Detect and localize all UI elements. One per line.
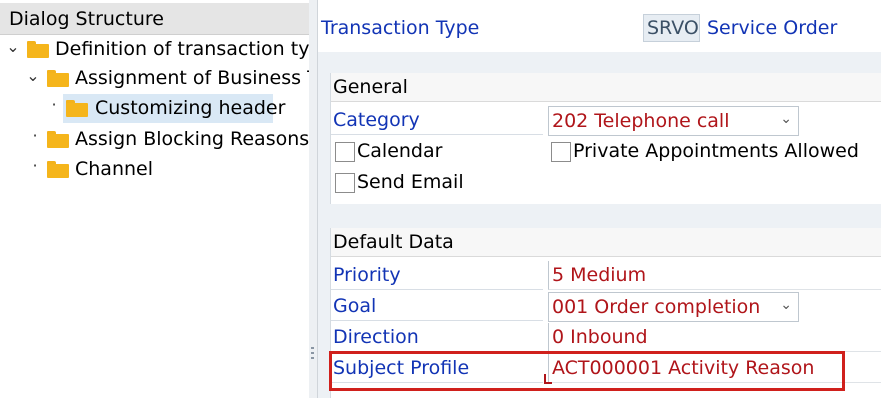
tree-node-label: Channel [75,158,154,180]
dialog-structure-title: Dialog Structure [9,8,164,30]
transaction-type-code: SRVO [647,17,699,39]
tree-node-label: Assign Blocking Reasons [75,128,310,150]
tree-node-label: Definition of transaction type [55,38,310,60]
leaf-dot-icon: · [51,95,57,114]
calendar-checkbox[interactable] [335,142,355,162]
goal-row: Goal 001 Order completion ⌄ [331,291,881,322]
general-group-title: General [331,73,881,102]
transaction-type-code-field[interactable]: SRVO [643,14,700,42]
goal-label: Goal [333,295,377,317]
goal-value: 001 Order completion [552,296,761,318]
tree-node-customizing-header[interactable]: · Customizing header [0,95,309,123]
general-title: General [333,76,408,98]
folder-icon [47,70,69,87]
private-appointments-checkbox[interactable] [551,142,571,162]
tree-node-label: Assignment of Business Tr [75,67,310,89]
priority-field[interactable]: 5 Medium [548,261,881,290]
tree-node-assign-blocking-reasons[interactable]: · Assign Blocking Reasons [0,126,310,154]
splitter-grip [311,357,314,359]
direction-row: Direction 0 Inbound [331,322,881,352]
transaction-type-label: Transaction Type [321,17,480,39]
category-dropdown[interactable]: 202 Telephone call ⌄ [548,106,799,136]
priority-value: 5 Medium [552,264,647,286]
general-group: General Category 202 Telephone call ⌄ Ca… [330,73,881,204]
category-value: 202 Telephone call [552,110,730,132]
dialog-structure-pane: Dialog Structure ⌄ Definition of transac… [0,0,310,398]
goal-dropdown[interactable]: 001 Order completion ⌄ [548,292,799,322]
default-data-group-title: Default Data [331,228,881,257]
default-data-title: Default Data [333,231,454,253]
priority-label: Priority [333,264,401,286]
label-divider [331,320,543,321]
pane-splitter[interactable] [309,0,318,398]
priority-row: Priority 5 Medium [331,260,881,290]
chevron-down-icon[interactable]: ⌄ [6,37,20,56]
label-divider [331,289,543,290]
chevron-down-icon[interactable]: ⌄ [780,111,792,127]
folder-icon [47,131,69,148]
category-label: Category [333,109,420,131]
label-divider [331,134,543,135]
leaf-dot-icon: · [32,156,38,175]
send-email-label: Send Email [357,171,464,193]
splitter-grip [311,352,314,354]
direction-field[interactable]: 0 Inbound [548,323,881,352]
dialog-structure-header: Dialog Structure [0,3,309,35]
subject-profile-highlight-box [329,351,845,391]
splitter-grip [311,347,314,349]
category-row: Category 202 Telephone call ⌄ [331,105,881,136]
folder-icon [66,100,88,117]
send-email-checkbox[interactable] [335,173,355,193]
detail-pane: Transaction Type SRVO Service Order Gene… [318,0,881,398]
chevron-down-icon[interactable]: ⌄ [780,297,792,313]
folder-icon [47,161,69,178]
private-appointments-label: Private Appointments Allowed [573,140,859,162]
tree-node-label: Customizing header [95,97,286,119]
tree-node-assignment-of-business-transaction[interactable]: ⌄ Assignment of Business Tr [0,65,310,93]
folder-icon [27,41,49,58]
transaction-type-header: Transaction Type SRVO Service Order [318,0,881,52]
leaf-dot-icon: · [32,126,38,145]
chevron-down-icon[interactable]: ⌄ [26,66,40,85]
direction-label: Direction [333,326,419,348]
tree-node-definition-of-transaction-type[interactable]: ⌄ Definition of transaction type [0,36,310,64]
tree-node-channel[interactable]: · Channel [0,156,309,184]
direction-value: 0 Inbound [552,326,648,348]
transaction-type-description: Service Order [707,17,838,39]
cursor-corner-mark [544,374,552,384]
calendar-label: Calendar [357,140,443,162]
